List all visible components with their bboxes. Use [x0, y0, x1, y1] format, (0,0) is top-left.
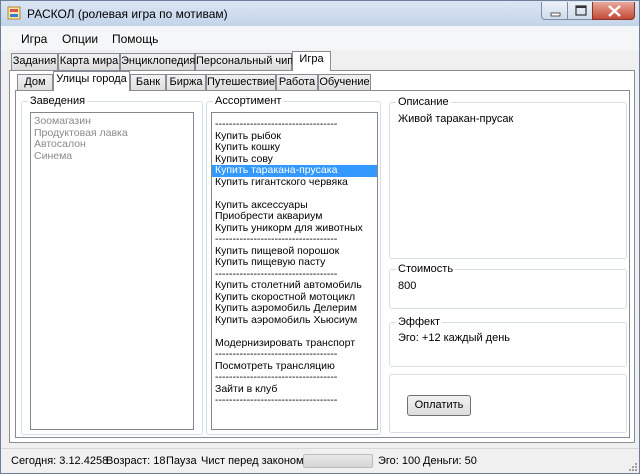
cost-value: 800	[398, 280, 417, 292]
tab-personal-chip[interactable]: Персональный чип	[195, 53, 293, 70]
status-ego: Эго: 100	[378, 455, 421, 467]
list-item[interactable]: Продуктовая лавка	[31, 128, 193, 140]
establishments-list[interactable]: Зоомагазин Продуктовая лавка Автосалон С…	[30, 112, 194, 430]
list-item[interactable]: Купить пищевой порошок	[212, 246, 377, 258]
list-item[interactable]: Приобрести аквариум	[212, 211, 377, 223]
list-item[interactable]: -----------------------------------	[212, 349, 377, 361]
maximize-button[interactable]	[567, 2, 593, 20]
list-item[interactable]: Купить сову	[212, 154, 377, 166]
status-law: Чист перед законом	[201, 455, 304, 467]
minimize-button[interactable]	[541, 2, 568, 20]
establishments-title: Заведения	[28, 95, 88, 107]
list-item[interactable]: -----------------------------------	[212, 395, 377, 407]
list-item[interactable]: Купить гигантского червяка	[212, 177, 377, 189]
payment-group: Оплатить	[389, 374, 627, 433]
status-age: Возраст: 18	[106, 455, 166, 467]
list-item[interactable]: Купить аэромобиль Хьюсиум	[212, 315, 377, 327]
tab-encyclopedia[interactable]: Энциклопедия	[120, 53, 195, 70]
list-item[interactable]: Купить уникорм для животных	[212, 223, 377, 235]
list-item[interactable]: Купить аксессуары	[212, 200, 377, 212]
list-item[interactable]: Модернизировать транспорт	[212, 338, 377, 350]
status-bar: Сегодня: 3.12.4258 Возраст: 18 Пауза Чис…	[1, 448, 639, 473]
app-icon	[7, 6, 21, 20]
list-item[interactable]: Купить пищевую пасту	[212, 257, 377, 269]
effect-group: Эффект Эго: +12 каждый день	[389, 316, 627, 367]
list-item[interactable]: Зоомагазин	[31, 116, 193, 128]
list-item[interactable]	[212, 188, 377, 200]
list-item[interactable]: Купить таракана-прусака	[212, 165, 377, 177]
tab-bank[interactable]: Банк	[130, 74, 166, 91]
tab-city-streets[interactable]: Улицы города	[53, 71, 130, 91]
list-item[interactable]	[212, 326, 377, 338]
list-item[interactable]: Купить рыбок	[212, 131, 377, 143]
close-button[interactable]	[592, 2, 635, 20]
list-item[interactable]: Посмотреть трансляцию	[212, 361, 377, 373]
assortment-group: Ассортимент ----------------------------…	[206, 95, 381, 435]
status-pause[interactable]: Пауза	[166, 455, 197, 467]
list-item[interactable]: Купить кошку	[212, 142, 377, 154]
tab-exchange[interactable]: Биржа	[166, 74, 206, 91]
tab-game[interactable]: Игра	[292, 51, 331, 71]
cost-group: Стоимость 800	[389, 263, 627, 309]
list-item[interactable]: Синема	[31, 151, 193, 163]
app-window: РАСКОЛ (ролевая игра по мотивам) Игра Оп…	[0, 0, 640, 474]
menu-game[interactable]: Игра	[21, 32, 47, 46]
effect-title: Эффект	[396, 316, 443, 328]
description-group: Описание Живой таракан-прусак	[389, 96, 627, 259]
menu-bar: Игра Опции Помощь	[1, 26, 639, 50]
list-item[interactable]: -----------------------------------	[212, 234, 377, 246]
assortment-list[interactable]: ----------------------------------- Купит…	[211, 112, 378, 430]
status-money: Деньги: 50	[423, 455, 477, 467]
menu-options[interactable]: Опции	[62, 32, 98, 46]
list-item[interactable]: Автосалон	[31, 139, 193, 151]
menu-help[interactable]: Помощь	[112, 32, 158, 46]
tab-work[interactable]: Работа	[276, 74, 318, 91]
list-item[interactable]: -----------------------------------	[212, 119, 377, 131]
tab-tasks[interactable]: Задания	[11, 53, 58, 70]
tab-home[interactable]: Дом	[17, 74, 53, 91]
tab-education[interactable]: Обучение	[318, 74, 371, 91]
list-item[interactable]: Купить столетний автомобиль	[212, 280, 377, 292]
title-bar[interactable]: РАСКОЛ (ролевая игра по мотивам)	[1, 1, 639, 26]
pay-button[interactable]: Оплатить	[407, 395, 471, 416]
list-item[interactable]: Зайти в клуб	[212, 384, 377, 396]
tab-world-map[interactable]: Карта мира	[58, 53, 120, 70]
resize-grip-icon[interactable]	[627, 461, 637, 471]
description-title: Описание	[396, 96, 451, 108]
list-item[interactable]: -----------------------------------	[212, 269, 377, 281]
city-streets-panel: Заведения Зоомагазин Продуктовая лавка А…	[15, 90, 630, 438]
cost-title: Стоимость	[396, 263, 456, 275]
list-item[interactable]: -----------------------------------	[212, 372, 377, 384]
establishments-group: Заведения Зоомагазин Продуктовая лавка А…	[21, 95, 203, 435]
window-title: РАСКОЛ (ролевая игра по мотивам)	[27, 7, 228, 21]
status-date: Сегодня: 3.12.4258	[11, 455, 109, 467]
tab-travel[interactable]: Путешествие	[206, 74, 276, 91]
status-progress-bar	[303, 454, 373, 468]
description-text: Живой таракан-прусак	[398, 113, 514, 125]
list-item[interactable]: Купить скоростной мотоцикл	[212, 292, 377, 304]
assortment-title: Ассортимент	[213, 95, 284, 107]
list-item[interactable]: Купить аэромобиль Делерим	[212, 303, 377, 315]
effect-text: Эго: +12 каждый день	[398, 332, 511, 344]
